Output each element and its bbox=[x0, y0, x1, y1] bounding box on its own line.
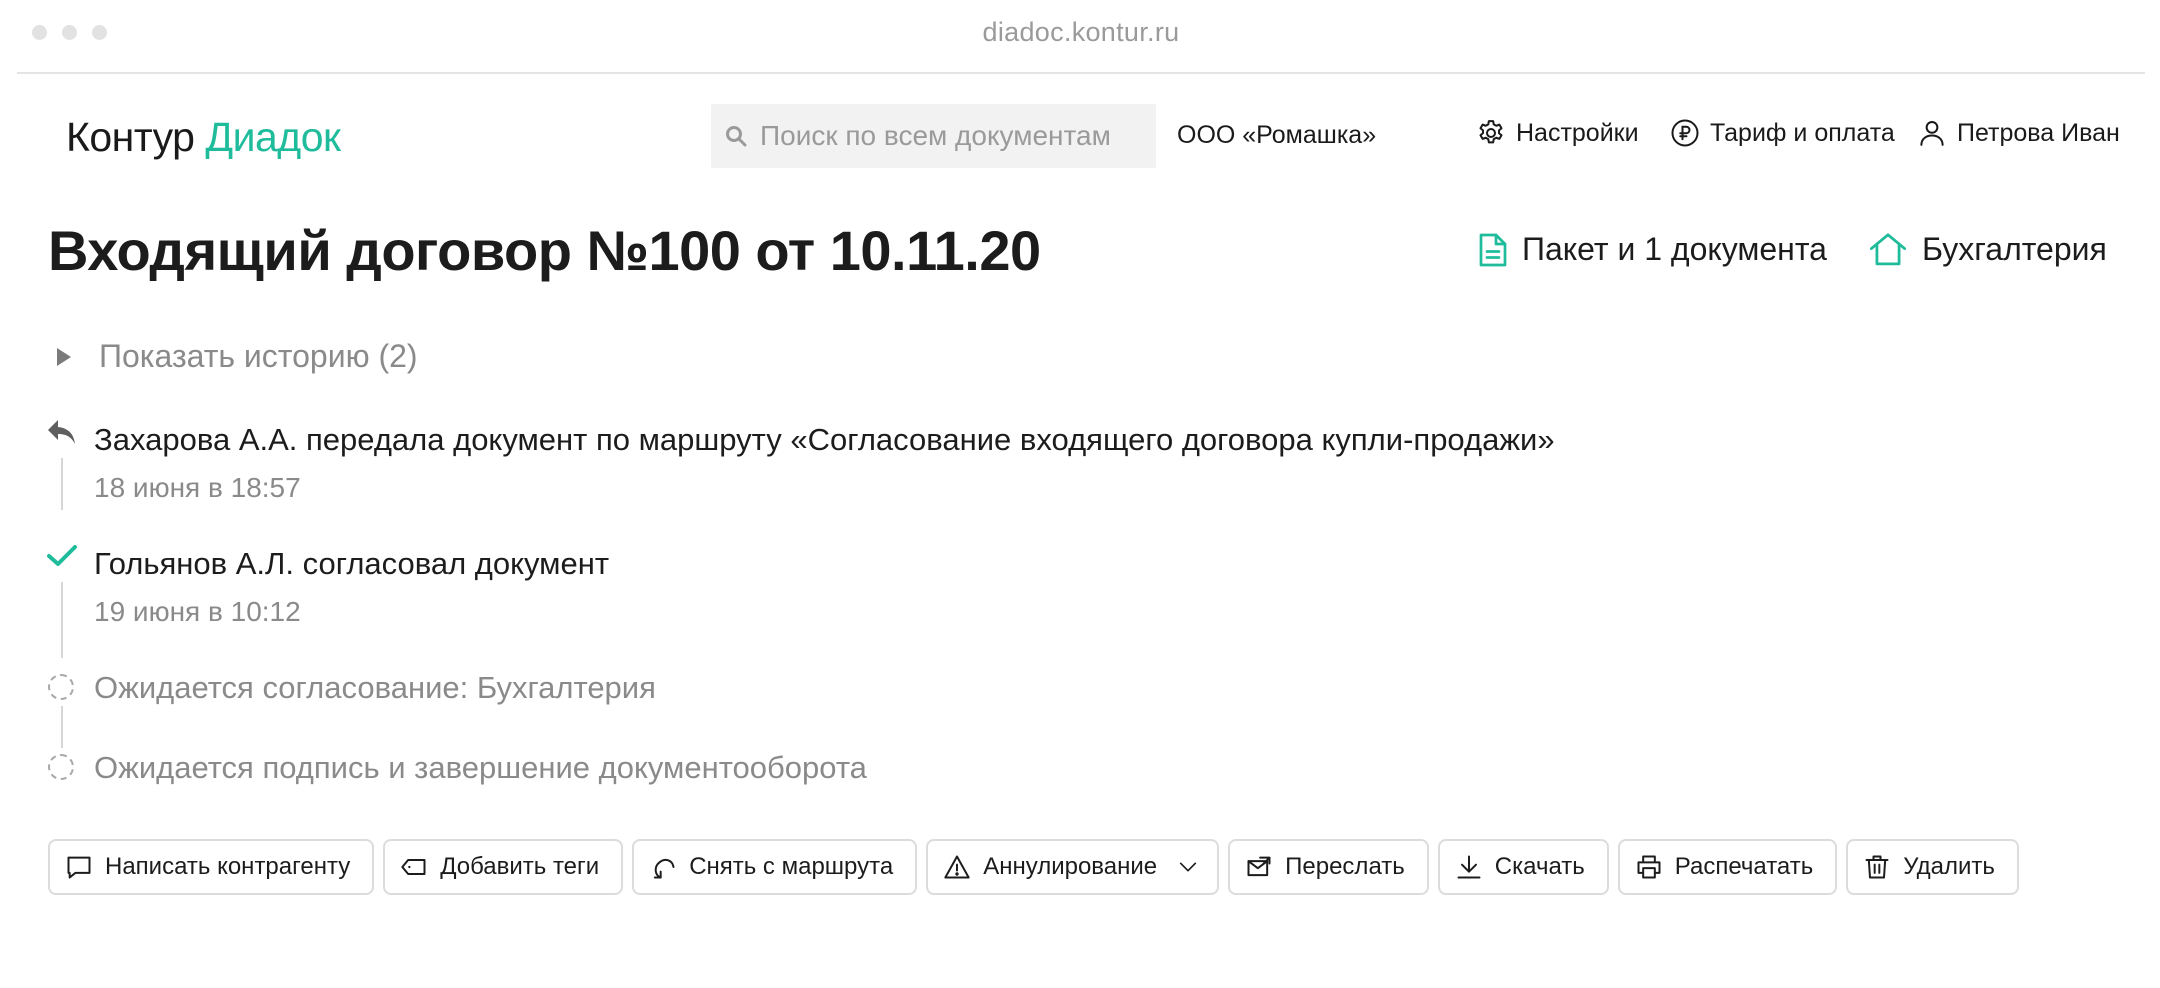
settings-link[interactable]: Настройки bbox=[1476, 118, 1639, 148]
user-menu[interactable]: Петрова Иван bbox=[1917, 118, 2120, 148]
remove-route-button[interactable]: Снять с маршрута bbox=[632, 839, 918, 895]
add-tags-label: Добавить теги bbox=[440, 853, 600, 880]
timeline-connector bbox=[61, 458, 63, 510]
warning-triangle-icon bbox=[944, 855, 970, 879]
user-name: Петрова Иван bbox=[1957, 118, 2120, 147]
search-input[interactable] bbox=[760, 120, 1130, 152]
delete-label: Удалить bbox=[1903, 853, 1995, 880]
show-history-label: Показать историю (2) bbox=[99, 338, 418, 374]
timeline-connector bbox=[61, 706, 63, 748]
timeline-event-date: 19 июня в 10:12 bbox=[94, 596, 301, 627]
forward-button[interactable]: Переслать bbox=[1228, 839, 1429, 895]
download-button[interactable]: Скачать bbox=[1437, 839, 1609, 895]
settings-label: Настройки bbox=[1516, 118, 1639, 147]
forward-mail-icon bbox=[1247, 856, 1271, 877]
timeline-event-text: Захарова А.А. передала документ по маршр… bbox=[94, 422, 1555, 457]
timeline-event-date: 18 июня в 18:57 bbox=[94, 472, 301, 503]
print-button[interactable]: Распечатать bbox=[1617, 839, 1838, 895]
tag-icon bbox=[401, 859, 426, 875]
pending-circle-icon bbox=[48, 674, 74, 700]
search-box[interactable] bbox=[711, 104, 1156, 168]
address-bar-url[interactable]: diadoc.kontur.ru bbox=[17, 17, 2145, 48]
download-label: Скачать bbox=[1494, 853, 1585, 880]
download-icon bbox=[1457, 855, 1481, 879]
annulment-dropdown-button[interactable]: Аннулирование bbox=[926, 839, 1220, 895]
action-toolbar: Написать контрагенту Добавить теги Снять… bbox=[48, 839, 2019, 895]
timeline-event-text: Ожидается подпись и завершение документо… bbox=[94, 750, 867, 785]
search-icon bbox=[726, 126, 747, 147]
pending-circle-icon bbox=[48, 754, 74, 780]
trash-icon bbox=[1865, 855, 1889, 879]
timeline-event-text: Ожидается согласование: Бухгалтерия bbox=[94, 670, 656, 705]
printer-icon bbox=[1637, 855, 1661, 879]
remove-route-label: Снять с маршрута bbox=[689, 853, 894, 880]
browser-chrome: diadoc.kontur.ru bbox=[17, 0, 2145, 74]
page-title: Входящий договор №100 от 10.11.20 bbox=[48, 219, 1041, 282]
gear-icon bbox=[1479, 120, 1503, 144]
forward-label: Переслать bbox=[1285, 853, 1405, 880]
expand-triangle-icon bbox=[57, 347, 71, 366]
add-tags-button[interactable]: Добавить теги bbox=[383, 839, 624, 895]
delete-button[interactable]: Удалить bbox=[1846, 839, 2019, 895]
tariff-link[interactable]: Тариф и оплата bbox=[1670, 118, 1895, 148]
logo-kontur: Контур bbox=[66, 114, 195, 160]
timeline-connector bbox=[61, 582, 63, 658]
document-icon bbox=[1479, 233, 1507, 266]
forward-arrow-icon bbox=[48, 420, 75, 444]
department-home-icon bbox=[1869, 232, 1906, 265]
logo-diadoc: Диадок bbox=[205, 114, 341, 160]
package-label: Пакет и 1 документа bbox=[1522, 231, 1827, 267]
write-counterparty-button[interactable]: Написать контрагенту bbox=[48, 839, 375, 895]
package-link[interactable]: Пакет и 1 документа bbox=[1478, 231, 1827, 268]
app-logo[interactable]: Контур Диадок bbox=[66, 114, 341, 161]
timeline-event-text: Гольянов А.Л. согласовал документ bbox=[94, 546, 610, 581]
annulment-label: Аннулирование bbox=[983, 853, 1158, 880]
department-label: Бухгалтерия bbox=[1922, 231, 2107, 267]
checkmark-icon bbox=[47, 545, 77, 566]
print-label: Распечатать bbox=[1674, 853, 1814, 880]
user-icon bbox=[1920, 120, 1944, 146]
ruble-icon bbox=[1671, 119, 1699, 147]
organization-selector[interactable]: ООО «Ромашка» bbox=[1177, 121, 1376, 150]
tariff-label: Тариф и оплата bbox=[1710, 118, 1895, 147]
undo-arrow-icon bbox=[654, 858, 675, 879]
write-counterparty-label: Написать контрагенту bbox=[105, 853, 351, 880]
show-history-toggle[interactable]: Показать историю (2) bbox=[54, 338, 418, 375]
speech-bubble-icon bbox=[67, 856, 91, 879]
department-link[interactable]: Бухгалтерия bbox=[1868, 231, 2107, 268]
chevron-down-icon bbox=[1179, 862, 1197, 872]
